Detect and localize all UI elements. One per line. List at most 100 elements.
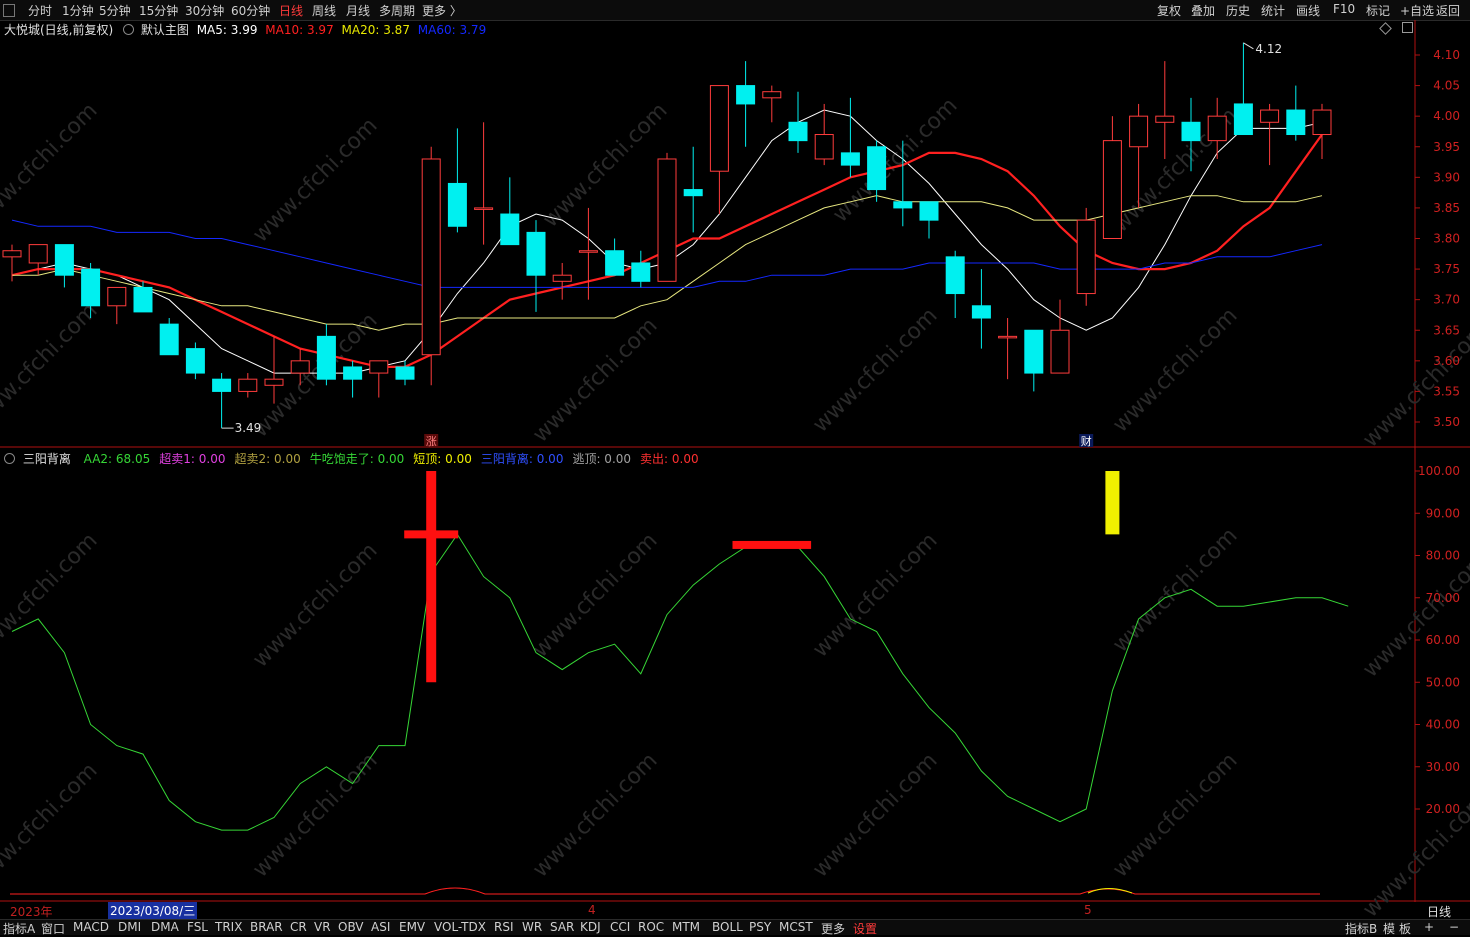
- watermark-0: www.cfchi.com: [0, 98, 103, 232]
- candle-body-11: [290, 360, 310, 374]
- stock-chart[interactable]: www.cfchi.com www.cfchi.com www.cfchi.com w…: [0, 0, 1470, 934]
- indicator-tab-15[interactable]: WR: [522, 920, 542, 934]
- sub-legend-item-7: 卖出: 0.00: [640, 452, 699, 466]
- indicator-tab-8[interactable]: CR: [290, 920, 307, 934]
- indicator-tab-10[interactable]: OBV: [338, 920, 364, 934]
- indicator-tab-17[interactable]: KDJ: [580, 920, 601, 934]
- candle-body-3: [81, 268, 101, 307]
- candle-body-1: [28, 244, 48, 264]
- indicator-tab-24[interactable]: 更多: [821, 920, 845, 937]
- candle-body-17: [447, 182, 467, 227]
- candle-body-0: [2, 250, 22, 258]
- indicator-tab-12[interactable]: EMV: [399, 920, 425, 934]
- year-label: 2023年: [10, 905, 53, 919]
- candle-body-10: [264, 378, 284, 386]
- candle-body-41: [1076, 219, 1096, 295]
- watermark-9: www.cfchi.com: [1108, 303, 1242, 437]
- candle-body-25: [657, 158, 677, 282]
- bottom-right-button-4[interactable]: −: [1449, 920, 1459, 934]
- candle-body-40: [1050, 329, 1070, 374]
- indicator-tab-5[interactable]: FSL: [187, 920, 208, 934]
- indicator-tab-6[interactable]: TRIX: [215, 920, 242, 934]
- sub-label-7: 30.00: [1426, 760, 1460, 774]
- indicator-tab-1[interactable]: 窗口: [41, 920, 65, 937]
- candle-body-28: [736, 85, 756, 105]
- bottom-right-button-0[interactable]: 指标B: [1345, 920, 1377, 937]
- sub-legend-item-1: 超卖1: 0.00: [159, 452, 226, 466]
- candle-body-30: [788, 121, 808, 142]
- indicator-name[interactable]: 三阳背离: [23, 452, 71, 466]
- price-label-1: 4.05: [1433, 79, 1460, 93]
- sub-label-4: 60.00: [1426, 633, 1460, 647]
- sub-label-6: 40.00: [1426, 718, 1460, 732]
- indicator-tab-16[interactable]: SAR: [550, 920, 574, 934]
- sub-legend-item-3: 牛吃饱走了: 0.00: [309, 452, 405, 466]
- month-4-label: 4: [588, 903, 596, 917]
- template-toggle-icon[interactable]: [123, 24, 135, 35]
- price-label-8: 3.70: [1433, 293, 1460, 307]
- watermark-14: www.cfchi.com: [1108, 523, 1242, 657]
- price-label-4: 3.90: [1433, 170, 1460, 184]
- stock-title: 大悦城(日线,前复权): [4, 23, 114, 37]
- candle-body-39: [1024, 329, 1044, 374]
- candle-body-18: [474, 207, 494, 210]
- indicator-tab-4[interactable]: DMA: [151, 920, 179, 934]
- bottom-right-button-1[interactable]: 模: [1383, 920, 1395, 937]
- date-strip: 2023年 2023/03/08/三 4 5 日线: [0, 902, 1451, 919]
- watermark-8: www.cfchi.com: [808, 303, 942, 437]
- indicator-tab-20[interactable]: MTM: [672, 920, 700, 934]
- indicator-tab-7[interactable]: BRAR: [250, 920, 283, 934]
- price-label-6: 3.80: [1433, 232, 1460, 246]
- indicator-tab-0[interactable]: 指标A: [3, 920, 35, 937]
- price-label-3: 3.95: [1433, 140, 1460, 154]
- indicator-tab-25[interactable]: 设置: [853, 920, 877, 937]
- candle-body-34: [893, 201, 913, 209]
- candle-body-45: [1181, 121, 1201, 142]
- indicator-tabs: 指标A 窗口 MACD DMI DMA FSL TRIX BRAR CR VR OBV ASI EMV V…: [0, 919, 1470, 937]
- indicator-tab-22[interactable]: PSY: [749, 920, 771, 934]
- price-label-9: 3.65: [1433, 323, 1460, 337]
- indicator-tab-14[interactable]: RSI: [494, 920, 514, 934]
- sub-legend: 三阳背离 AA2: 68.05 超卖1: 0.00 超卖2: 0.00 牛吃饱走了: …: [4, 450, 699, 467]
- candle-body-33: [867, 146, 887, 191]
- watermark-5: www.cfchi.com: [0, 298, 103, 432]
- candle-body-20: [526, 231, 546, 276]
- candle-body-49: [1286, 109, 1306, 136]
- price-label-5: 3.85: [1433, 201, 1460, 215]
- bottom-right-button-3[interactable]: +: [1424, 920, 1434, 934]
- bottom-right-button-2[interactable]: 板: [1399, 920, 1411, 937]
- watermark-19: www.cfchi.com: [1108, 748, 1242, 882]
- maximize-icon[interactable]: [1401, 22, 1413, 33]
- indicator-tab-3[interactable]: DMI: [118, 920, 141, 934]
- main-legend: 大悦城(日线,前复权) 默认主图 MA5: 3.99 MA10: 3.97 MA…: [4, 21, 486, 38]
- template-name[interactable]: 默认主图: [141, 23, 189, 37]
- low-label: 3.49: [235, 421, 262, 435]
- watermark-11: www.cfchi.com: [248, 538, 382, 672]
- sub-legend-item-4: 短顶: 0.00: [413, 452, 472, 466]
- price-label-7: 3.75: [1433, 262, 1460, 276]
- diamond-icon[interactable]: [1379, 22, 1392, 35]
- indicator-tab-11[interactable]: ASI: [371, 920, 390, 934]
- indicator-tab-18[interactable]: CCI: [610, 920, 630, 934]
- period-right-label: 日线: [1427, 905, 1452, 919]
- indicator-tab-19[interactable]: ROC: [638, 920, 664, 934]
- candle-body-6: [159, 323, 179, 356]
- watermark-17: www.cfchi.com: [528, 748, 662, 882]
- candle-body-22: [578, 250, 598, 253]
- baseline-signal-line: [10, 887, 1320, 895]
- indicator-tab-2[interactable]: MACD: [73, 920, 109, 934]
- candle-body-13: [343, 366, 363, 380]
- sub-label-3: 70.00: [1426, 591, 1460, 605]
- indicator-tab-9[interactable]: VR: [314, 920, 331, 934]
- candle-body-21: [552, 274, 572, 282]
- signal-cross-horizontal: [404, 530, 459, 539]
- indicator-tab-21[interactable]: BOLL: [712, 920, 743, 934]
- indicator-tab-13[interactable]: VOL-TDX: [434, 920, 486, 934]
- indicator-tab-23[interactable]: MCST: [779, 920, 813, 934]
- high-pointer: [1243, 42, 1254, 50]
- candle-body-5: [133, 286, 153, 313]
- candle-body-19: [500, 213, 520, 246]
- candle-body-23: [605, 250, 625, 276]
- indicator-toggle-icon[interactable]: [4, 453, 15, 464]
- ma10-label: MA10: 3.97: [265, 23, 334, 37]
